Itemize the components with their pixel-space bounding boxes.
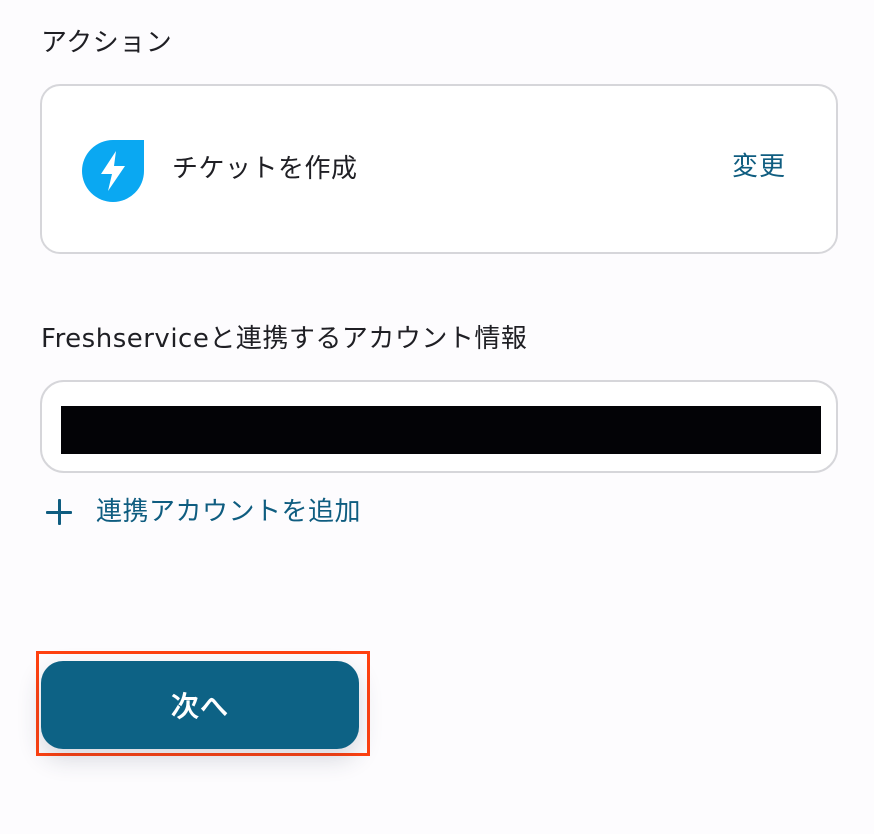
add-account-button[interactable]: 連携アカウントを追加: [46, 494, 361, 530]
freshservice-lightning-icon: [82, 140, 144, 202]
add-account-label: 連携アカウントを追加: [96, 497, 362, 527]
redacted-account-value: [61, 406, 821, 454]
action-section-label: アクション: [41, 28, 173, 58]
action-card[interactable]: チケットを作成 変更: [40, 84, 838, 254]
change-action-link[interactable]: 変更: [732, 154, 786, 180]
action-name: チケットを作成: [172, 154, 358, 184]
account-select-field[interactable]: [40, 380, 838, 473]
next-button-label: 次へ: [170, 690, 229, 723]
account-section-label: Freshserviceと連携するアカウント情報: [41, 324, 528, 354]
plus-icon: [46, 499, 72, 525]
next-button[interactable]: 次へ: [41, 661, 359, 749]
